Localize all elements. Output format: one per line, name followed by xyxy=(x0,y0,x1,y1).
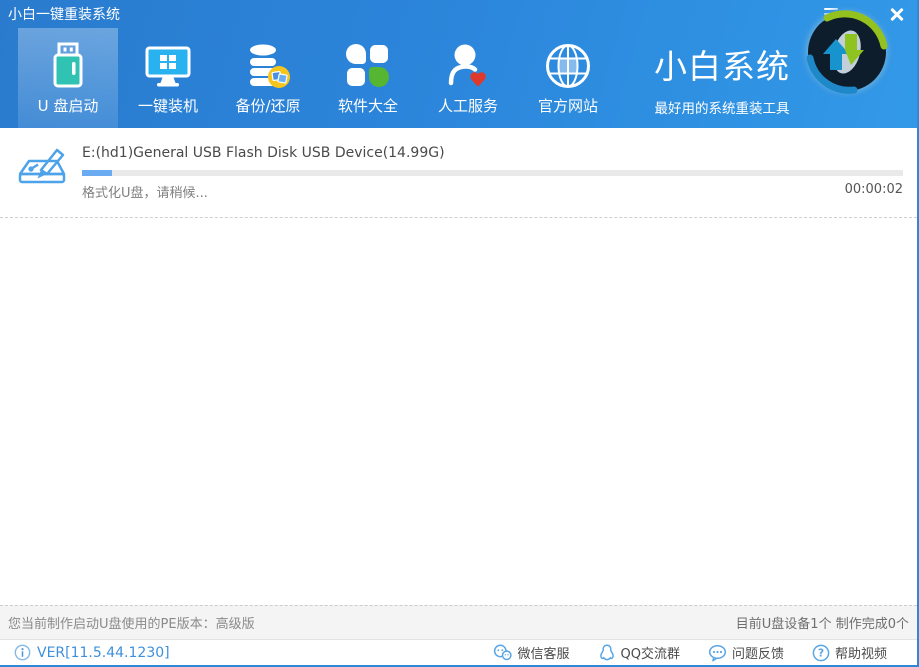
usb-drive-icon xyxy=(43,41,93,91)
footer-links: 微信客服 QQ交流群 问题反馈 ? xyxy=(493,643,887,662)
wechat-support-link[interactable]: 微信客服 xyxy=(493,643,569,662)
statusbar: 您当前制作启动U盘使用的PE版本：高级版 目前U盘设备1个 制作完成0个 xyxy=(0,605,917,640)
device-label: E:(hd1)General USB Flash Disk USB Device… xyxy=(82,145,445,161)
nav-tabs: U 盘启动 一键装机 xyxy=(18,28,618,128)
footer: VER[11.5.44.1230] 微信客服 QQ交流群 xyxy=(0,640,917,665)
tab-one-click-install[interactable]: 一键装机 xyxy=(118,28,218,128)
globe-icon xyxy=(543,41,593,91)
monitor-windows-icon xyxy=(143,41,193,91)
footer-link-label: 问题反馈 xyxy=(732,643,784,662)
version-text: VER[11.5.44.1230] xyxy=(37,645,170,661)
backup-database-icon xyxy=(243,41,293,91)
feedback-bubble-icon xyxy=(708,644,727,662)
brand-slogan: 最好用的系统重装工具 xyxy=(652,97,792,117)
feedback-link[interactable]: 问题反馈 xyxy=(708,643,784,662)
tab-label: 备份/还原 xyxy=(235,95,300,116)
qq-icon xyxy=(598,644,616,661)
progress-status: 格式化U盘，请稍候... xyxy=(82,182,208,201)
refresh-arrows-badge-icon xyxy=(799,4,895,100)
qq-group-link[interactable]: QQ交流群 xyxy=(598,643,680,662)
help-circle-icon: ? xyxy=(812,644,830,662)
version-info: VER[11.5.44.1230] xyxy=(14,644,170,661)
progress-fill xyxy=(82,170,112,176)
support-person-heart-icon xyxy=(443,41,493,91)
window-title: 小白一键重装系统 xyxy=(8,4,120,24)
apps-clover-icon xyxy=(343,41,393,91)
tab-software-collection[interactable]: 软件大全 xyxy=(318,28,418,128)
tab-label: 官方网站 xyxy=(538,95,598,116)
tab-label: 人工服务 xyxy=(438,95,498,116)
progress-panel: E:(hd1)General USB Flash Disk USB Device… xyxy=(0,128,917,218)
help-video-link[interactable]: ? 帮助视频 xyxy=(812,643,887,662)
app-window: 小白一键重装系统 U 盘启动 xyxy=(0,0,919,667)
header: 小白一键重装系统 U 盘启动 xyxy=(0,0,917,128)
footer-link-label: QQ交流群 xyxy=(621,643,680,662)
tab-customer-service[interactable]: 人工服务 xyxy=(418,28,518,128)
tab-backup-restore[interactable]: 备份/还原 xyxy=(218,28,318,128)
tab-official-website[interactable]: 官方网站 xyxy=(518,28,618,128)
content-area xyxy=(0,218,917,605)
footer-link-label: 微信客服 xyxy=(517,643,569,662)
pe-version-text: 您当前制作启动U盘使用的PE版本：高级版 xyxy=(8,613,255,632)
tab-label: 一键装机 xyxy=(138,95,198,116)
usb-write-pencil-icon xyxy=(14,143,70,193)
device-summary-text: 目前U盘设备1个 制作完成0个 xyxy=(736,613,909,632)
info-circle-icon xyxy=(14,644,31,661)
titlebar: 小白一键重装系统 xyxy=(0,0,917,28)
svg-text:?: ? xyxy=(818,647,824,659)
elapsed-time: 00:00:02 xyxy=(845,182,903,197)
wechat-icon xyxy=(493,644,512,661)
tab-label: U 盘启动 xyxy=(38,95,99,116)
tab-usb-boot[interactable]: U 盘启动 xyxy=(18,28,118,128)
footer-link-label: 帮助视频 xyxy=(835,643,887,662)
brand-name: 小白系统 xyxy=(652,40,792,88)
brand: 小白系统 最好用的系统重装工具 xyxy=(652,40,792,117)
progress-bar xyxy=(82,170,903,176)
tab-label: 软件大全 xyxy=(338,95,398,116)
